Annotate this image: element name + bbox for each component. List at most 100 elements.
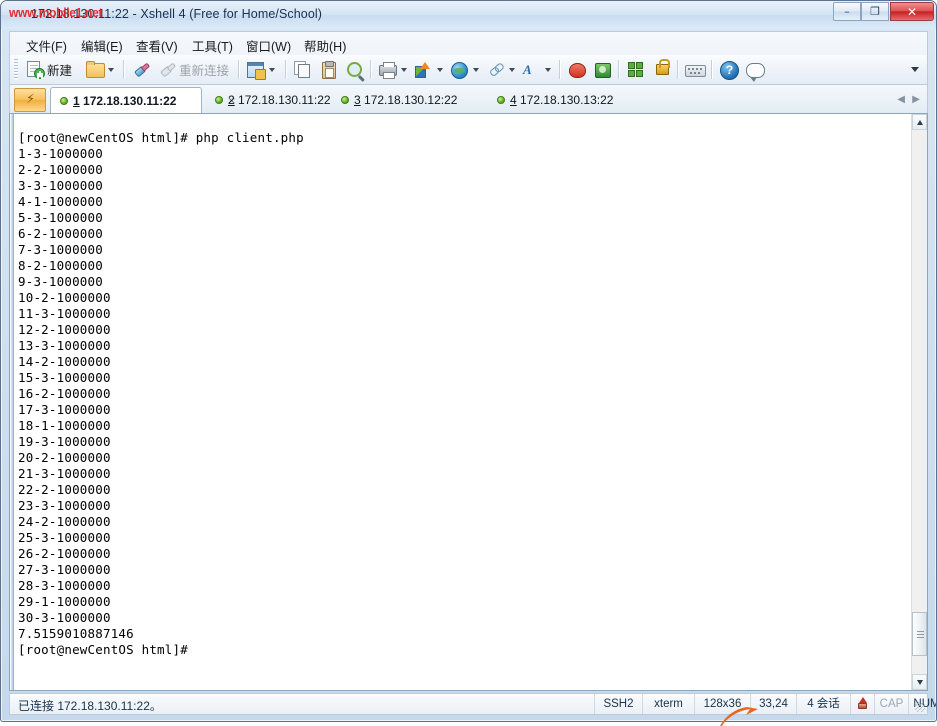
status-dot-icon <box>60 97 68 105</box>
compose-bar-button <box>685 58 706 81</box>
status-session-count: 4 会话 <box>796 694 850 714</box>
tunnel-button[interactable] <box>486 58 518 81</box>
session-manager-button[interactable] <box>246 58 278 81</box>
tab-scroll-right-icon[interactable]: ▶ <box>912 94 920 105</box>
toolbar-separator <box>123 60 125 79</box>
status-dot-icon <box>341 96 349 104</box>
lock-icon <box>652 59 671 79</box>
status-session-icon-cell[interactable] <box>850 694 874 714</box>
chevron-down-icon[interactable] <box>108 68 114 72</box>
terminal-frame: [root@newCentOS html]# php client.php 1-… <box>9 113 928 691</box>
terminal-screen[interactable]: [root@newCentOS html]# php client.php 1-… <box>10 114 911 690</box>
new-session-button[interactable]: 新建 <box>26 58 72 81</box>
chevron-down-icon[interactable] <box>437 68 443 72</box>
globe-icon <box>450 60 469 79</box>
resize-grip[interactable] <box>915 702 925 712</box>
reconnect-button: 重新连接 <box>158 58 229 81</box>
connect-button[interactable] <box>132 58 151 81</box>
font-button[interactable]: A <box>522 58 554 81</box>
help-button[interactable]: ? <box>719 58 739 81</box>
find-button[interactable] <box>345 58 364 81</box>
new-session-label: 新建 <box>47 64 73 78</box>
reconnect-label: 重新连接 <box>179 64 230 78</box>
close-icon: ✕ <box>906 5 918 19</box>
menu-bar: 文件(F) 编辑(E) 查看(V) 工具(T) 窗口(W) 帮助(H) <box>9 31 928 55</box>
file-transfer-icon <box>414 60 433 79</box>
chat-bubble-icon <box>745 60 765 82</box>
printer-icon <box>378 60 397 79</box>
clipboard-paste-icon <box>319 60 338 79</box>
menu-item-file[interactable]: 文件(F) <box>22 36 71 54</box>
chevron-down-icon[interactable] <box>545 68 551 72</box>
toolbar-separator <box>618 60 620 79</box>
script-record-button[interactable] <box>567 58 586 81</box>
status-caps-lock: CAP <box>874 694 908 714</box>
menu-item-edit[interactable]: 编辑(E) <box>77 36 127 54</box>
tab-session-1[interactable]: 1 172.18.130.11:22 × <box>50 87 236 113</box>
toolbar-separator <box>238 60 240 79</box>
chevron-down-icon[interactable] <box>401 68 407 72</box>
tab-session-2[interactable]: 2 172.18.130.11:22 <box>206 87 336 113</box>
fullscreen-button[interactable] <box>626 58 645 81</box>
scroll-down-button[interactable] <box>912 674 927 690</box>
plug-connect-icon <box>132 60 151 79</box>
search-icon <box>345 60 364 79</box>
file-transfer-button[interactable] <box>414 58 446 81</box>
restore-icon: ❐ <box>870 5 880 18</box>
web-browser-button[interactable] <box>450 58 482 81</box>
status-dot-icon <box>215 96 223 104</box>
scroll-up-button[interactable] <box>912 114 927 130</box>
feedback-button[interactable] <box>745 58 765 82</box>
toolbar-separator <box>677 60 679 79</box>
toolbar-separator <box>711 60 713 79</box>
menu-item-tools[interactable]: 工具(T) <box>188 36 237 54</box>
terminal-left-edge <box>10 114 14 690</box>
red-ribbon-icon <box>567 60 586 79</box>
print-button[interactable] <box>378 58 410 81</box>
tab-session-3-label: 3 172.18.130.12:22 <box>354 93 458 107</box>
script-run-button[interactable] <box>593 58 612 81</box>
new-document-icon <box>26 60 45 79</box>
chevron-down-icon[interactable] <box>269 68 275 72</box>
restore-button[interactable]: ❐ <box>861 2 889 21</box>
tab-session-4[interactable]: 4 172.18.130.13:22 <box>488 87 618 113</box>
keyboard-icon <box>685 60 706 79</box>
tab-bar: ⚡ 1 172.18.130.11:22 × 2 172.18.130.11:2… <box>9 85 928 113</box>
session-launcher-button[interactable]: ⚡ <box>14 88 46 112</box>
toolbar-separator <box>285 60 287 79</box>
terminal-scrollbar[interactable] <box>911 114 927 690</box>
status-protocol: SSH2 <box>594 694 642 714</box>
toolbar-separator <box>370 60 372 79</box>
scrollbar-thumb[interactable] <box>912 612 927 656</box>
pointer-arrow-annotation <box>720 707 790 726</box>
minimize-icon: – <box>844 5 850 18</box>
menu-item-window[interactable]: 窗口(W) <box>242 36 295 54</box>
status-terminal-type: xterm <box>642 694 694 714</box>
toolbar: 新建 重新连接 A ? <box>9 55 928 85</box>
lock-button[interactable] <box>652 58 671 81</box>
paste-button[interactable] <box>319 58 338 81</box>
help-question-icon: ? <box>719 60 739 80</box>
toolbar-grip[interactable] <box>14 59 18 80</box>
minimize-button[interactable]: – <box>833 2 861 21</box>
copy-button[interactable] <box>293 58 312 81</box>
toolbar-overflow-chevron-down-icon[interactable] <box>911 67 919 72</box>
tab-scroll-left-icon[interactable]: ◀ <box>897 94 905 105</box>
lightning-icon: ⚡ <box>26 92 36 107</box>
open-folder-button[interactable] <box>86 58 116 81</box>
green-shield-icon <box>593 60 612 79</box>
close-button[interactable]: ✕ <box>890 2 934 21</box>
session-upload-icon <box>857 697 869 711</box>
menu-item-view[interactable]: 查看(V) <box>132 36 182 54</box>
title-bar: 172.18.130.11:22 - Xshell 4 (Free for Ho… <box>1 1 936 29</box>
tab-session-2-label: 2 172.18.130.11:22 <box>228 93 331 107</box>
plug-disconnect-icon <box>158 60 177 79</box>
menu-item-help[interactable]: 帮助(H) <box>300 36 350 54</box>
chevron-down-icon[interactable] <box>509 68 515 72</box>
chevron-down-icon <box>917 680 923 685</box>
watermark-text: www.mobile1.net <box>9 6 103 20</box>
chevron-down-icon[interactable] <box>473 68 479 72</box>
font-aa-icon: A <box>523 62 532 77</box>
status-dot-icon <box>497 96 505 104</box>
tab-session-3[interactable]: 3 172.18.130.12:22 <box>332 87 462 113</box>
